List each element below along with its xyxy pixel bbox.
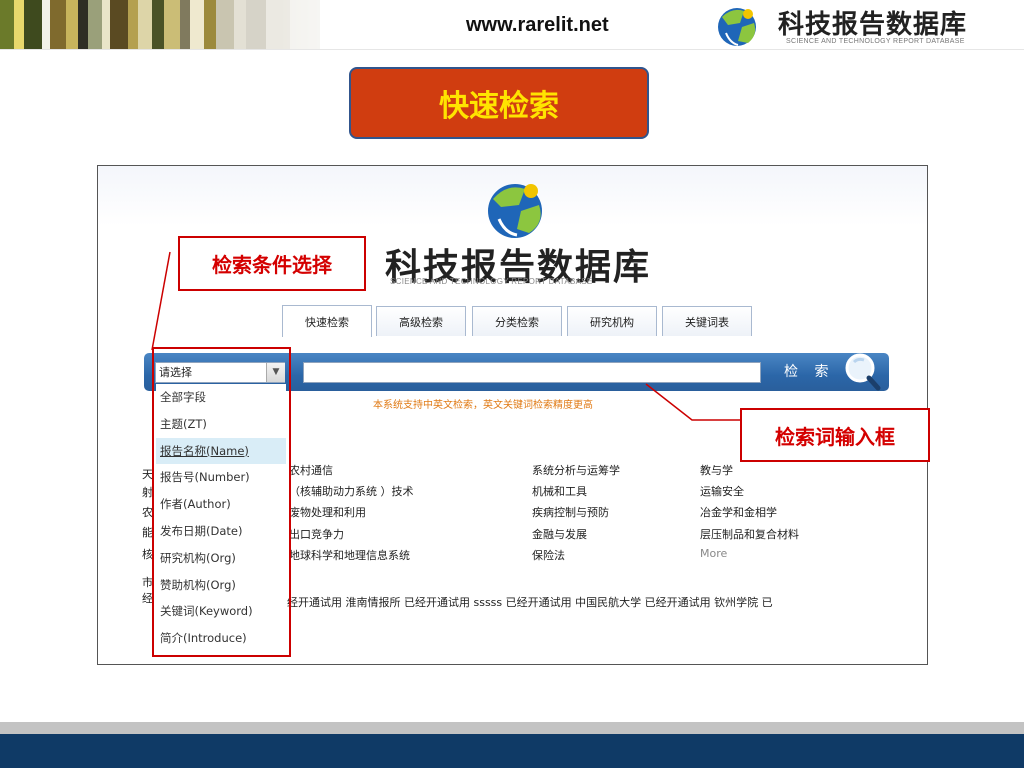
footer-blue-bar: [0, 734, 1024, 768]
footer-gray-bar: [0, 722, 1024, 734]
dropdown-highlight-outline: [152, 347, 291, 657]
callout-search-input: 检索词输入框: [740, 408, 930, 462]
callout-condition-select: 检索条件选择: [178, 236, 366, 291]
